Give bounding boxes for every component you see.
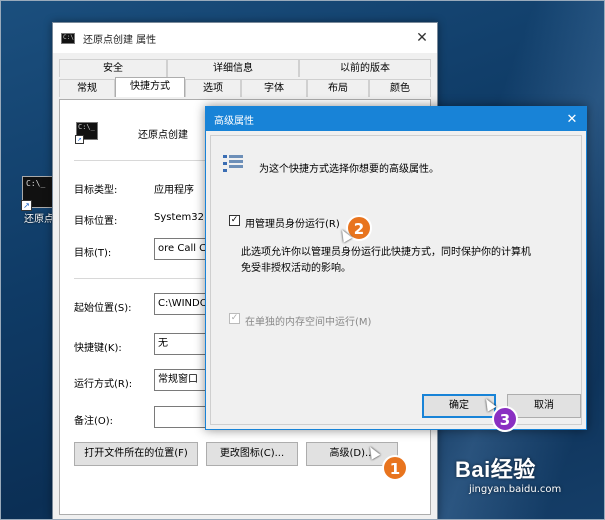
target-location-value: System32 <box>154 212 205 223</box>
cancel-button[interactable]: 取消 <box>507 394 581 418</box>
run-as-admin-description-1: 此选项允许你以管理员身份运行此快捷方式，同时保护你的计算机 <box>241 247 531 258</box>
shortcut-arrow-icon: ↗ <box>21 200 32 211</box>
change-icon-button[interactable]: 更改图标(C)... <box>206 442 298 466</box>
tab-layout[interactable]: 布局 <box>307 79 369 97</box>
separate-memory-checkbox: ✓ <box>229 313 240 324</box>
checklist-icon <box>223 153 243 175</box>
advanced-properties-dialog: 高级属性 ✕ 为这个快捷方式选择你想要的高级属性。 ✓ 用管理员身份运行(R) … <box>205 106 587 430</box>
run-as-admin-description-2: 免受非授权活动的影响。 <box>241 263 351 274</box>
tab-security[interactable]: 安全 <box>59 59 167 77</box>
start-in-label: 起始位置(S): <box>74 303 132 314</box>
tab-details[interactable]: 详细信息 <box>167 59 299 77</box>
shortcut-arrow-icon: ↗ <box>75 135 84 144</box>
run-label: 运行方式(R): <box>74 379 133 390</box>
step-badge-1: 1 <box>382 455 408 481</box>
tab-options[interactable]: 选项 <box>185 79 241 97</box>
shortcut-name: 还原点创建 <box>138 130 188 141</box>
comment-label: 备注(O): <box>74 416 114 427</box>
close-icon[interactable]: ✕ <box>407 30 437 46</box>
tab-colors[interactable]: 颜色 <box>369 79 431 97</box>
properties-titlebar: C:\ 还原点创建 属性 ✕ <box>53 23 437 53</box>
close-icon[interactable]: ✕ <box>558 112 586 127</box>
cmd-shortcut-icon: C:\_ ↗ <box>21 176 56 211</box>
console-icon: C:\ <box>61 32 75 44</box>
tab-general[interactable]: 常规 <box>59 79 115 97</box>
tab-row-bottom: 常规 快捷方式 选项 字体 布局 颜色 <box>59 77 431 97</box>
shortcut-app-icon: C:\_ ↗ <box>75 122 98 144</box>
advanced-intro: 为这个快捷方式选择你想要的高级属性。 <box>259 164 439 175</box>
separate-memory-label: 在单独的内存空间中运行(M) <box>245 317 372 328</box>
target-label: 目标(T): <box>74 248 112 259</box>
tab-shortcut[interactable]: 快捷方式 <box>115 77 185 97</box>
watermark-brand: Bai经验 <box>455 457 536 482</box>
run-as-admin-checkbox[interactable]: ✓ <box>229 215 240 226</box>
step-badge-3: 3 <box>492 406 518 432</box>
run-as-admin-label[interactable]: 用管理员身份运行(R) <box>245 215 340 230</box>
advanced-panel: 为这个快捷方式选择你想要的高级属性。 ✓ 用管理员身份运行(R) 此选项允许你以… <box>210 135 582 425</box>
open-file-location-button[interactable]: 打开文件所在的位置(F) <box>74 442 198 466</box>
target-type-label: 目标类型: <box>74 185 118 196</box>
baidu-watermark: Bai经验 jingyan.baidu.com <box>455 452 590 495</box>
advanced-titlebar: 高级属性 ✕ <box>206 107 586 131</box>
tab-previous-versions[interactable]: 以前的版本 <box>299 59 431 77</box>
watermark-url: jingyan.baidu.com <box>469 484 562 495</box>
tab-row-top: 安全 详细信息 以前的版本 <box>59 59 431 77</box>
shortcut-key-label: 快捷键(K): <box>74 343 122 354</box>
target-type-value: 应用程序 <box>154 185 194 196</box>
properties-title: 还原点创建 属性 <box>83 34 157 46</box>
tab-font[interactable]: 字体 <box>241 79 307 97</box>
advanced-title: 高级属性 <box>214 115 254 127</box>
target-location-label: 目标位置: <box>74 216 118 227</box>
